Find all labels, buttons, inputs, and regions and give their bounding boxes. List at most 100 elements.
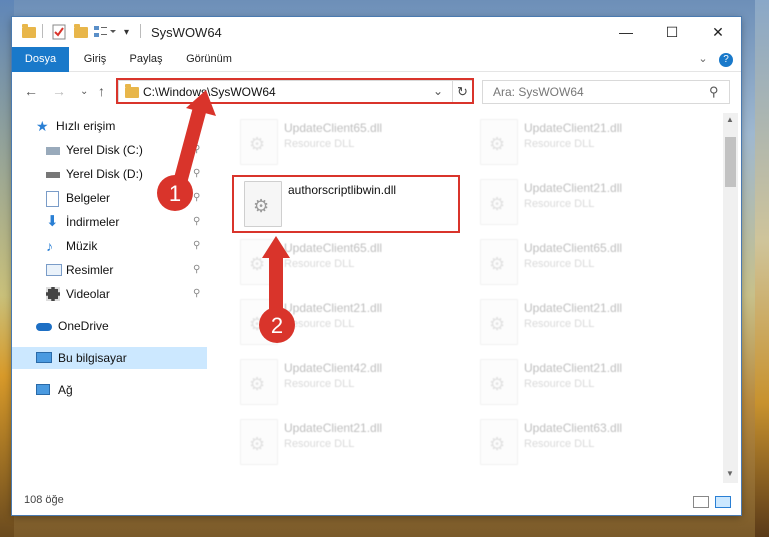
sidebar-item-label: Hızlı erişim — [56, 119, 116, 133]
list-item[interactable]: UpdateClient21.dll Resource DLL — [466, 295, 696, 355]
list-item[interactable]: UpdateClient65.dll Resource DLL — [226, 235, 456, 295]
scroll-up-icon[interactable]: ▲ — [726, 115, 734, 124]
drive-icon — [46, 172, 60, 178]
view-options-icon[interactable] — [94, 24, 116, 40]
pin-icon[interactable]: ⚲ — [193, 139, 200, 161]
file-name: UpdateClient65.dll — [284, 241, 383, 255]
file-type: Resource DLL — [524, 318, 595, 330]
item-count: 108 öğe — [24, 494, 64, 506]
dll-file-icon — [240, 119, 278, 165]
minimize-button[interactable]: — — [603, 17, 649, 47]
file-type: Resource DLL — [284, 258, 355, 270]
sidebar-item-network[interactable]: Ağ — [12, 379, 207, 401]
list-item[interactable]: UpdateClient65.dll Resource DLL — [466, 235, 696, 295]
pin-icon[interactable]: ⚲ — [193, 259, 200, 281]
sidebar-item-downloads[interactable]: ⬇ İndirmeler ⚲ — [12, 211, 207, 233]
dll-file-icon — [240, 299, 278, 345]
list-item[interactable]: UpdateClient21.dll Resource DLL — [466, 355, 696, 415]
list-item[interactable]: UpdateClient21.dll Resource DLL — [226, 295, 456, 355]
file-name: UpdateClient21.dll — [524, 301, 623, 315]
new-folder-icon[interactable] — [74, 23, 88, 40]
quick-access-folder-icon[interactable] — [22, 23, 36, 40]
help-icon-glyph: ? — [719, 53, 733, 67]
properties-icon[interactable] — [52, 24, 66, 40]
dll-file-icon — [480, 419, 518, 465]
list-item[interactable]: UpdateClient65.dll Resource DLL — [226, 115, 456, 175]
file-name: UpdateClient21.dll — [284, 301, 383, 315]
computer-icon — [36, 352, 52, 363]
close-button[interactable]: ✕ — [695, 17, 741, 47]
list-item[interactable]: UpdateClient21.dll Resource DLL — [466, 115, 696, 175]
sidebar-item-label: Belgeler — [66, 191, 111, 205]
sidebar-item-documents[interactable]: Belgeler ⚲ — [12, 187, 207, 209]
search-input[interactable]: Ara: SysWOW64 — [493, 85, 584, 99]
sidebar-item-label: OneDrive — [58, 319, 109, 333]
file-list: UpdateClient65.dll Resource DLL UpdateCl… — [220, 113, 718, 483]
vertical-scrollbar[interactable]: ▲ ▼ — [723, 113, 738, 483]
list-item[interactable]: UpdateClient21.dll Resource DLL — [226, 415, 456, 475]
pin-icon[interactable]: ⚲ — [193, 283, 200, 305]
ribbon-expand-icon[interactable]: ⌄ — [696, 47, 710, 71]
cloud-icon — [36, 323, 52, 331]
scroll-down-icon[interactable]: ▼ — [726, 469, 734, 478]
sidebar-item-this-pc[interactable]: Bu bilgisayar — [12, 347, 207, 369]
sidebar-item-videos[interactable]: Videolar ⚲ — [12, 283, 207, 305]
help-icon[interactable]: ? — [718, 47, 734, 71]
tab-share[interactable]: Paylaş — [124, 47, 168, 71]
list-item[interactable]: UpdateClient63.dll Resource DLL — [466, 415, 696, 475]
desktop-wallpaper-right — [755, 0, 769, 537]
sidebar-item-label: İndirmeler — [66, 215, 120, 229]
large-icons-view-icon[interactable] — [715, 496, 731, 508]
navigation-pane: ★ Hızlı erişim Yerel Disk (C:) ⚲ Yerel D… — [12, 113, 207, 483]
scrollbar-thumb[interactable] — [725, 137, 736, 187]
file-highlight-box — [232, 175, 460, 233]
dll-file-icon — [240, 419, 278, 465]
dll-file-icon — [240, 359, 278, 405]
back-button[interactable]: ← — [24, 83, 38, 99]
pin-icon[interactable]: ⚲ — [193, 163, 200, 185]
sidebar-item-disk-d[interactable]: Yerel Disk (D:) ⚲ — [12, 163, 207, 185]
sidebar-item-onedrive[interactable]: OneDrive — [12, 315, 207, 337]
maximize-button[interactable]: ☐ — [649, 17, 695, 47]
sidebar-item-label: Müzik — [66, 239, 98, 253]
list-item[interactable]: UpdateClient21.dll Resource DLL — [466, 175, 696, 235]
sidebar-item-label: Yerel Disk (C:) — [66, 143, 143, 157]
file-type: Resource DLL — [524, 258, 595, 270]
file-name: UpdateClient21.dll — [524, 361, 623, 375]
pin-icon[interactable]: ⚲ — [193, 211, 200, 233]
list-item[interactable]: UpdateClient42.dll Resource DLL — [226, 355, 456, 415]
pin-icon[interactable]: ⚲ — [193, 235, 200, 257]
sidebar-item-pictures[interactable]: Resimler ⚲ — [12, 259, 207, 281]
sidebar-item-music[interactable]: ♪ Müzik ⚲ — [12, 235, 207, 257]
customize-toolbar-icon[interactable]: ▾ — [124, 24, 129, 40]
tab-home[interactable]: Giriş — [77, 47, 113, 71]
documents-icon — [46, 191, 59, 207]
downloads-icon: ⬇ — [46, 213, 59, 230]
dll-file-icon — [480, 119, 518, 165]
sidebar-item-label: Videolar — [66, 287, 110, 301]
dll-file-icon — [480, 299, 518, 345]
dll-file-icon — [480, 179, 518, 225]
videos-icon — [46, 287, 60, 301]
recent-locations-button[interactable]: ⌄ — [80, 86, 88, 97]
sidebar-item-disk-c[interactable]: Yerel Disk (C:) ⚲ — [12, 139, 207, 161]
sidebar-item-label: Resimler — [66, 263, 114, 277]
search-box[interactable]: Ara: SysWOW64 ⚲ — [482, 80, 730, 104]
dll-file-icon — [480, 359, 518, 405]
toolbar-separator — [140, 24, 141, 38]
sidebar-item-label: Bu bilgisayar — [58, 351, 127, 365]
details-view-icon[interactable] — [693, 496, 709, 508]
tab-view[interactable]: Görünüm — [180, 47, 238, 71]
address-row: ← → ⌄ ↑ C:\Windows\SysWOW64 ⌄ ↻ Ara: Sys… — [12, 72, 741, 110]
sidebar-item-quick-access[interactable]: ★ Hızlı erişim — [12, 115, 207, 137]
sidebar-item-label: Yerel Disk (D:) — [66, 167, 143, 181]
pin-icon[interactable]: ⚲ — [193, 187, 200, 209]
file-name: UpdateClient65.dll — [284, 121, 383, 135]
search-icon[interactable]: ⚲ — [709, 84, 719, 100]
file-type: Resource DLL — [524, 138, 595, 150]
forward-button[interactable]: → — [52, 83, 66, 99]
up-button[interactable]: ↑ — [98, 83, 105, 99]
dll-file-icon — [240, 239, 278, 285]
window-title: SysWOW64 — [151, 25, 222, 40]
explorer-window: ▾ SysWOW64 — ☐ ✕ Dosya Giriş Paylaş Görü… — [12, 17, 741, 515]
